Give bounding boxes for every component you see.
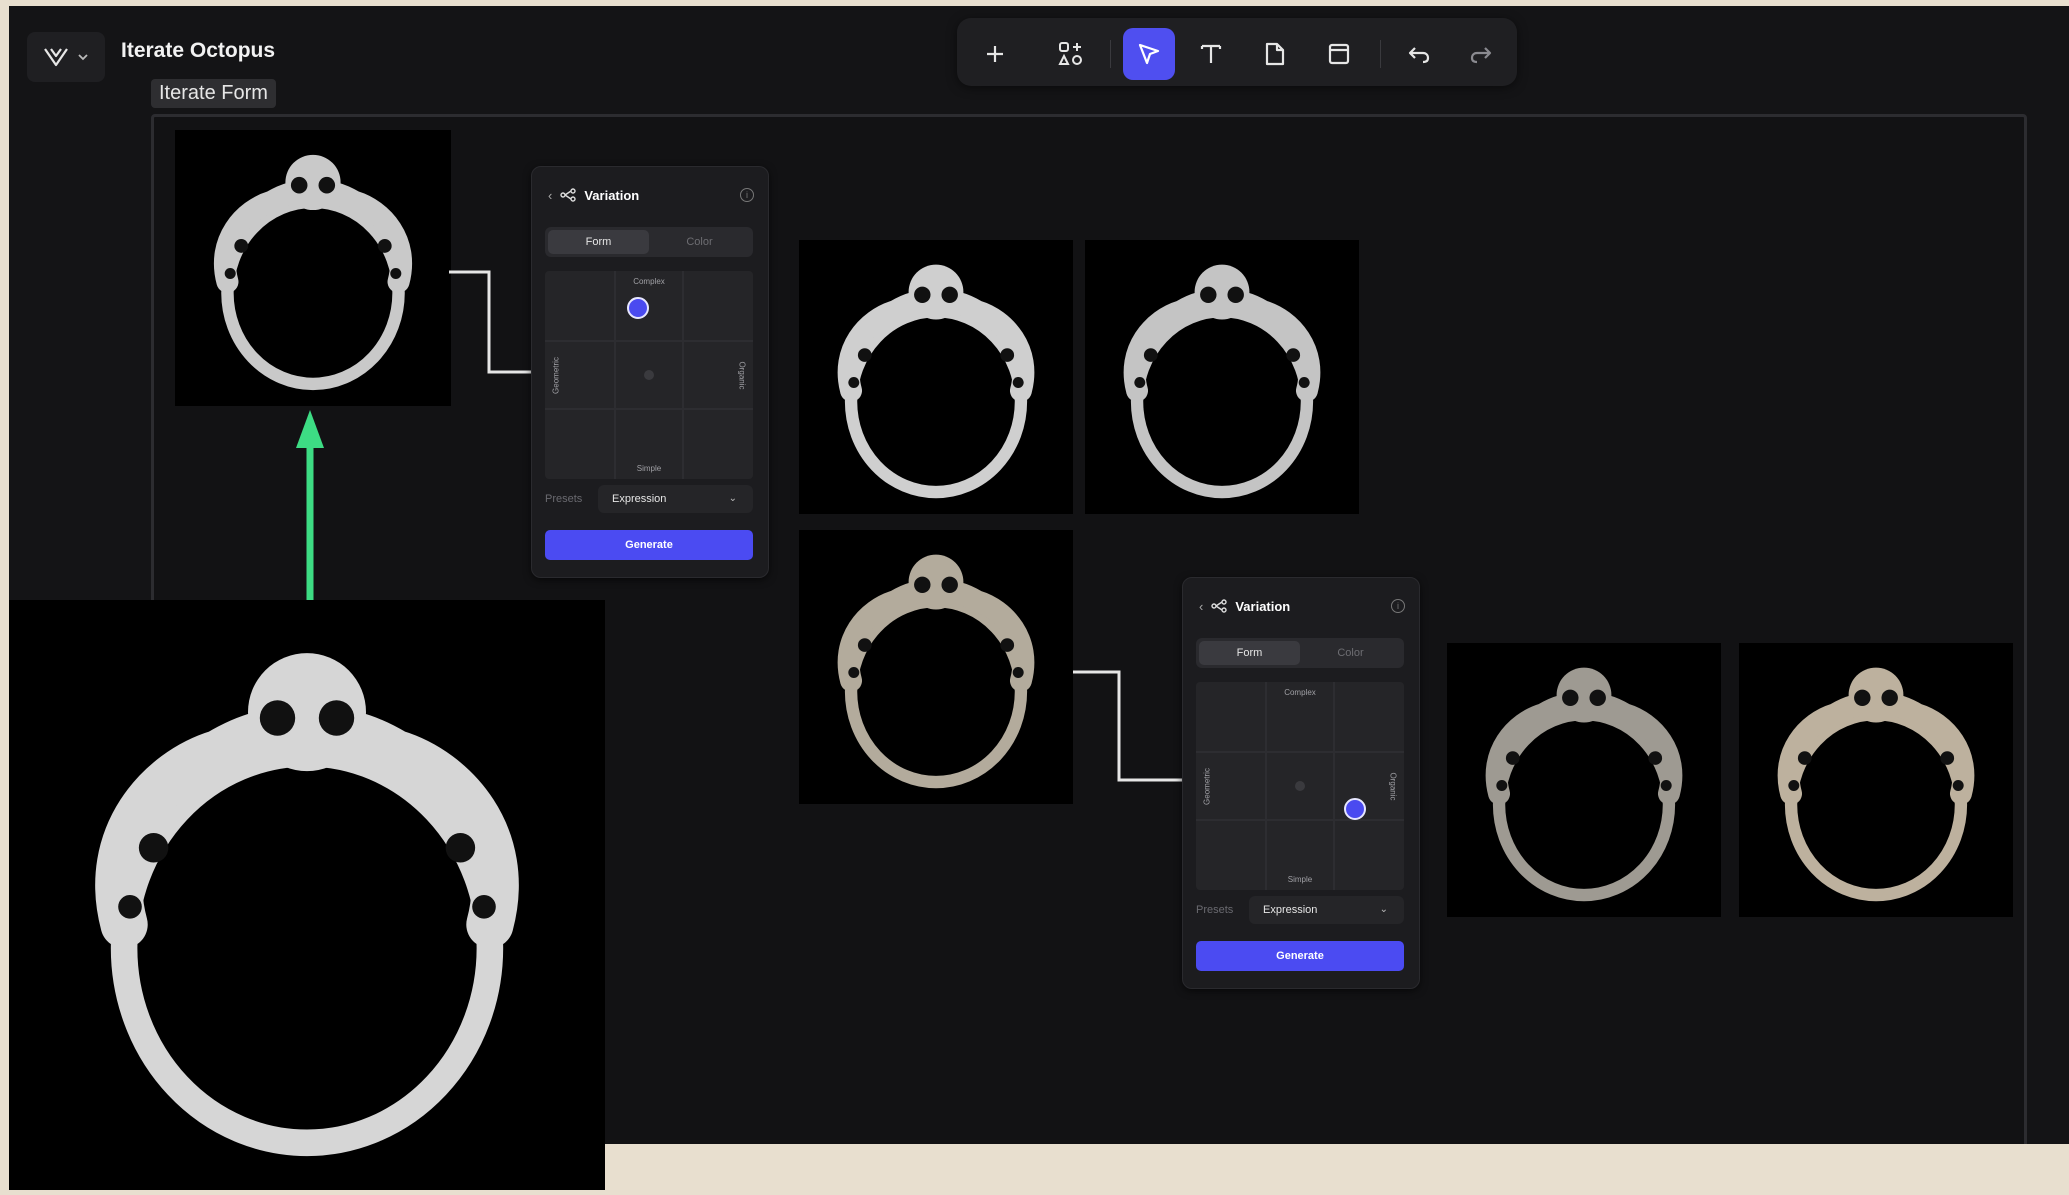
axis-bottom-label: Simple	[1287, 875, 1313, 884]
tab-form[interactable]: Form	[1199, 641, 1300, 665]
select-tool-button[interactable]	[1123, 28, 1175, 80]
presets-value: Expression	[1263, 904, 1318, 916]
tab-form[interactable]: Form	[548, 230, 649, 254]
axis-right-label: Organic	[1388, 772, 1398, 801]
variation-xy-pad[interactable]: Complex Simple Geometric Organic	[545, 271, 753, 479]
chevron-down-icon: ⌄	[1379, 904, 1388, 915]
generate-button[interactable]: Generate	[545, 530, 753, 560]
page-tool-button[interactable]	[1249, 28, 1301, 80]
generated-ring-image[interactable]	[799, 240, 1073, 514]
panel-header: ‹ Variation i	[1199, 596, 1405, 616]
pad-handle[interactable]	[1344, 798, 1366, 820]
text-icon	[1200, 44, 1222, 63]
axis-bottom-label: Simple	[636, 464, 662, 473]
undo-icon	[1408, 47, 1430, 64]
generated-ring-image[interactable]	[1447, 643, 1721, 917]
frame-icon	[1328, 43, 1350, 65]
redo-icon	[1470, 47, 1492, 64]
generate-button[interactable]: Generate	[1196, 941, 1404, 971]
axis-left-label: Geometric	[1202, 768, 1212, 805]
presets-value: Expression	[612, 493, 667, 505]
pad-handle[interactable]	[627, 297, 649, 319]
presets-label: Presets	[1196, 904, 1234, 916]
main-toolbar	[957, 18, 1517, 86]
app-logo-icon	[44, 48, 68, 67]
pad-center-dot	[1295, 781, 1305, 791]
text-tool-button[interactable]	[1185, 28, 1237, 80]
undo-button[interactable]	[1393, 28, 1445, 80]
presets-select[interactable]: Expression ⌄	[598, 485, 753, 513]
presets-label: Presets	[545, 493, 583, 505]
tab-color[interactable]: Color	[649, 230, 750, 254]
back-chevron-icon[interactable]: ‹	[548, 188, 552, 203]
back-chevron-icon[interactable]: ‹	[1199, 599, 1203, 614]
panel-title: Variation	[1235, 598, 1291, 614]
components-button[interactable]	[1045, 28, 1097, 80]
redo-button[interactable]	[1455, 28, 1507, 80]
pad-center-dot	[644, 370, 654, 380]
connector-line	[449, 270, 539, 374]
connector-line	[1073, 670, 1193, 782]
axis-left-label: Geometric	[551, 357, 561, 394]
variation-panel: ‹ Variation i Form Color Complex Simple …	[531, 166, 769, 578]
enlarged-source-image	[9, 600, 605, 1190]
variation-icon	[560, 188, 577, 202]
generated-ring-image[interactable]	[1085, 240, 1359, 514]
chevron-down-icon: ⌄	[728, 493, 737, 504]
presets-select[interactable]: Expression ⌄	[1249, 896, 1404, 924]
project-title: Iterate Octopus	[121, 39, 276, 62]
panel-title: Variation	[584, 187, 640, 203]
arrow-up-icon	[296, 410, 324, 606]
panel-tabs: Form Color	[1196, 638, 1404, 668]
variation-panel: ‹ Variation i Form Color Complex Simple …	[1182, 577, 1420, 989]
info-icon[interactable]: i	[740, 188, 754, 202]
variation-xy-pad[interactable]: Complex Simple Geometric Organic	[1196, 682, 1404, 890]
source-ring-image[interactable]	[175, 130, 451, 406]
page-icon	[1265, 42, 1285, 66]
axis-top-label: Complex	[633, 277, 665, 286]
axis-top-label: Complex	[1284, 688, 1316, 697]
variation-icon	[1211, 599, 1228, 613]
plus-icon	[987, 46, 1003, 62]
shapes-icon	[1058, 42, 1082, 65]
generated-ring-image[interactable]	[799, 530, 1073, 804]
frame-tool-button[interactable]	[1313, 28, 1365, 80]
frame-label[interactable]: Iterate Form	[151, 79, 276, 108]
tab-color[interactable]: Color	[1300, 641, 1401, 665]
panel-header: ‹ Variation i	[548, 185, 754, 205]
info-icon[interactable]: i	[1391, 599, 1405, 613]
chevron-down-icon	[78, 54, 88, 61]
add-button[interactable]	[969, 28, 1021, 80]
generated-ring-image[interactable]	[1739, 643, 2013, 917]
axis-right-label: Organic	[737, 361, 747, 390]
app-menu-button[interactable]	[27, 32, 105, 82]
cursor-icon	[1138, 43, 1160, 65]
panel-tabs: Form Color	[545, 227, 753, 257]
